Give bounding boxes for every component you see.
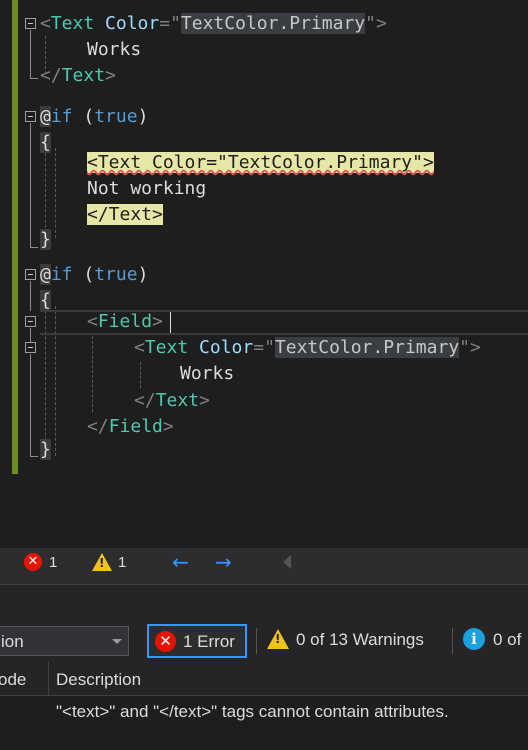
- collapse-if-block-icon[interactable]: [25, 269, 36, 280]
- code-line[interactable]: </Text>: [134, 388, 210, 414]
- chevron-down-icon: [112, 639, 122, 644]
- toolbar-separator: [256, 628, 257, 654]
- indent-guide: [55, 148, 56, 238]
- fold-line: [30, 30, 31, 78]
- collapse-field-block-icon[interactable]: [25, 316, 36, 327]
- code-line[interactable]: </Text>: [87, 202, 163, 228]
- errors-filter-label: 1 Error: [183, 632, 235, 651]
- error-list-column-headers: ode Description: [0, 662, 528, 696]
- nav-triangle-icon: [283, 555, 291, 569]
- code-line[interactable]: </Field>: [87, 414, 174, 440]
- text-caret: [170, 312, 171, 333]
- error-count[interactable]: 1: [49, 554, 57, 571]
- warning-count[interactable]: 1: [118, 554, 126, 571]
- scope-dropdown[interactable]: ion: [0, 626, 129, 656]
- error-icon: ✕: [155, 631, 176, 652]
- collapse-if-block-icon[interactable]: [25, 111, 36, 122]
- error-squiggle: <Text Color="TextColor.Primary">: [87, 152, 434, 173]
- code-line[interactable]: <Text Color="TextColor.Primary">: [40, 11, 387, 37]
- fold-line: [30, 354, 31, 456]
- indent-guide: [140, 362, 141, 388]
- fold-end: [30, 456, 38, 457]
- collapse-text-block-icon[interactable]: [25, 18, 36, 29]
- arrow-right-icon[interactable]: →: [215, 552, 232, 572]
- fold-end: [30, 78, 38, 79]
- column-header-code[interactable]: ode: [0, 670, 26, 690]
- code-line[interactable]: }: [40, 437, 51, 463]
- fold-line: [30, 123, 31, 247]
- error-description: "<text>" and "</text>" tags cannot conta…: [56, 702, 449, 721]
- code-line[interactable]: <Text Color="TextColor.Primary">: [87, 150, 434, 176]
- messages-filter-label: 0 of: [493, 630, 522, 649]
- warning-icon[interactable]: !: [92, 553, 112, 571]
- indent-guide: [45, 148, 46, 238]
- code-line[interactable]: {: [40, 288, 51, 314]
- info-icon: i: [463, 628, 485, 650]
- indent-guide: [92, 336, 93, 412]
- code-line[interactable]: </Text>: [40, 63, 116, 89]
- error-list-header: [0, 585, 528, 620]
- error-icon[interactable]: ✕: [24, 553, 42, 571]
- fold-end: [30, 247, 38, 248]
- scope-dropdown-label: ion: [1, 632, 24, 651]
- fold-line: [30, 328, 31, 342]
- code-line[interactable]: Not working: [87, 176, 206, 202]
- code-line[interactable]: <Field>: [87, 309, 163, 335]
- collapse-text-block-icon[interactable]: [25, 342, 36, 353]
- fold-line: [30, 281, 31, 311]
- code-line[interactable]: Works: [180, 361, 234, 387]
- warning-icon: !: [267, 629, 289, 649]
- toolbar-separator: [452, 628, 453, 654]
- error-list-toolbar: ion ✕ 1 Error ! 0 of 13 Warnings i 0 of: [0, 620, 528, 662]
- column-divider[interactable]: [48, 662, 49, 696]
- arrow-left-icon[interactable]: ←: [172, 552, 189, 572]
- errors-filter-button[interactable]: ✕ 1 Error: [147, 624, 247, 658]
- code-line[interactable]: <Text Color="TextColor.Primary">: [134, 335, 481, 361]
- error-list-body: [0, 728, 528, 750]
- change-tracking-bar: [12, 0, 18, 474]
- warnings-filter-label: 0 of 13 Warnings: [296, 630, 424, 649]
- code-line[interactable]: }: [40, 227, 51, 253]
- table-row[interactable]: "<text>" and "</text>" tags cannot conta…: [0, 696, 528, 728]
- editor-status-strip: ✕ 1 ! 1 ← →: [0, 548, 528, 578]
- code-editor[interactable]: <Text Color="TextColor.Primary"> Works <…: [0, 0, 528, 548]
- code-line[interactable]: @if (true): [40, 262, 148, 288]
- code-line[interactable]: {: [40, 130, 51, 156]
- column-header-description[interactable]: Description: [56, 670, 141, 690]
- code-line[interactable]: Works: [87, 37, 141, 63]
- code-line[interactable]: @if (true): [40, 104, 148, 130]
